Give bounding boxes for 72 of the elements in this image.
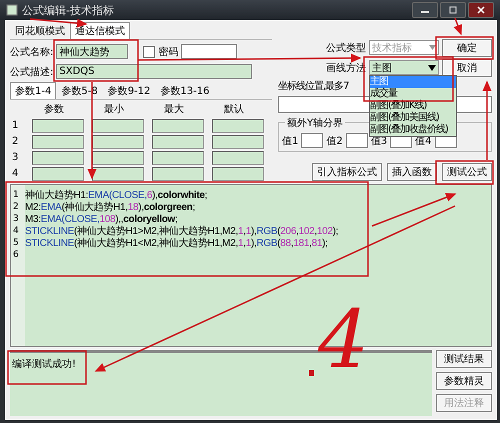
param-input[interactable] — [152, 135, 204, 149]
annotation-arrow — [454, 18, 462, 36]
password-label: 密码 — [158, 46, 178, 58]
field-label: 公式类型 — [326, 42, 366, 54]
line-number: 4 — [13, 226, 20, 236]
line-number: 6 — [13, 250, 20, 260]
name-field[interactable]: 神仙大趋势 — [56, 44, 128, 59]
tab[interactable]: 参数1-4 — [10, 82, 56, 99]
description-field[interactable]: SXDQS — [56, 64, 252, 79]
row-number: 2 — [12, 136, 20, 148]
caret-icon — [428, 64, 436, 70]
value-field[interactable] — [346, 133, 368, 148]
minimize-icon[interactable] — [412, 2, 438, 18]
caret-icon — [429, 45, 436, 50]
row-number: 4 — [12, 168, 20, 180]
password-field[interactable] — [181, 44, 238, 59]
code-line: 神仙大趋势H1:EMA(CLOSE,6),colorwhite; — [25, 188, 208, 202]
field-label: 公式名称: — [10, 46, 54, 58]
code-line: STICKLINE(神仙大趋势H1<M2,神仙大趋势H1,M2,1,1),RGB(88,181,81); — [25, 236, 328, 250]
column-header: 默认 — [223, 104, 245, 116]
line-number: 1 — [13, 190, 20, 200]
column-header: 最小 — [103, 104, 125, 116]
side-button[interactable]: 测试结果 — [436, 350, 492, 368]
param-input[interactable] — [212, 151, 264, 165]
password-checkbox[interactable] — [143, 46, 156, 58]
field-label: 值1 — [282, 134, 298, 148]
field-label: 值2 — [326, 134, 343, 148]
param-input[interactable] — [92, 135, 144, 149]
confirm-button[interactable]: 确定 — [442, 38, 492, 56]
param-input[interactable] — [212, 119, 264, 133]
param-input[interactable] — [152, 167, 204, 181]
column-header: 最大 — [163, 104, 185, 116]
param-input[interactable] — [32, 135, 84, 149]
tab[interactable]: 通达信模式 — [70, 22, 130, 39]
action-button[interactable]: 测试公式 — [442, 163, 492, 181]
app-icon — [6, 4, 18, 16]
dropdown-option[interactable]: 副图(叠加美国线) — [370, 112, 456, 124]
param-input[interactable] — [92, 167, 144, 181]
close-icon[interactable] — [468, 2, 494, 18]
line-number: 5 — [13, 238, 20, 248]
line-number: 2 — [13, 202, 20, 212]
code-line: M3:EMA(CLOSE,108),,coloryellow; — [25, 214, 178, 224]
column-header: 参数 — [43, 104, 65, 116]
param-input[interactable] — [32, 167, 84, 181]
param-input[interactable] — [32, 151, 84, 165]
field-label: 值4 — [415, 134, 432, 148]
dropdown-option[interactable]: 成交量 — [370, 88, 456, 100]
row-number: 3 — [12, 152, 20, 164]
row-number: 1 — [12, 120, 20, 132]
status-message: 编译测试成功! — [12, 359, 76, 370]
window-title: 公式编辑-技术指标 — [22, 2, 114, 18]
value-field[interactable] — [301, 133, 324, 148]
group-title: 额外Y轴分界 — [285, 116, 346, 130]
axis-label: 坐标线位置,最多7 — [278, 80, 349, 93]
handwritten-mark: 4 — [318, 300, 369, 380]
field-label: 公式描述: — [10, 66, 54, 78]
param-input[interactable] — [92, 119, 144, 133]
param-input[interactable] — [92, 151, 144, 165]
action-button[interactable]: 插入函数 — [387, 163, 437, 181]
line-number: 3 — [13, 214, 20, 224]
dropdown-option[interactable]: 副图(叠加收盘价线) — [370, 124, 456, 136]
action-button[interactable]: 引入指标公式 — [312, 163, 382, 181]
param-input[interactable] — [152, 119, 204, 133]
param-input[interactable] — [152, 151, 204, 165]
param-input[interactable] — [32, 119, 84, 133]
code-line: M2:EMA(神仙大趋势H1,18),colorgreen; — [25, 200, 195, 214]
param-input[interactable] — [212, 135, 264, 149]
annotation-frame — [435, 160, 494, 185]
side-button[interactable]: 参数精灵 — [436, 372, 492, 390]
maximize-icon[interactable] — [440, 2, 466, 18]
param-input[interactable] — [212, 167, 264, 181]
code-line: STICKLINE(神仙大趋势H1>M2,神仙大趋势H1,M2,1,1),RGB(206,102,102); — [25, 224, 338, 238]
